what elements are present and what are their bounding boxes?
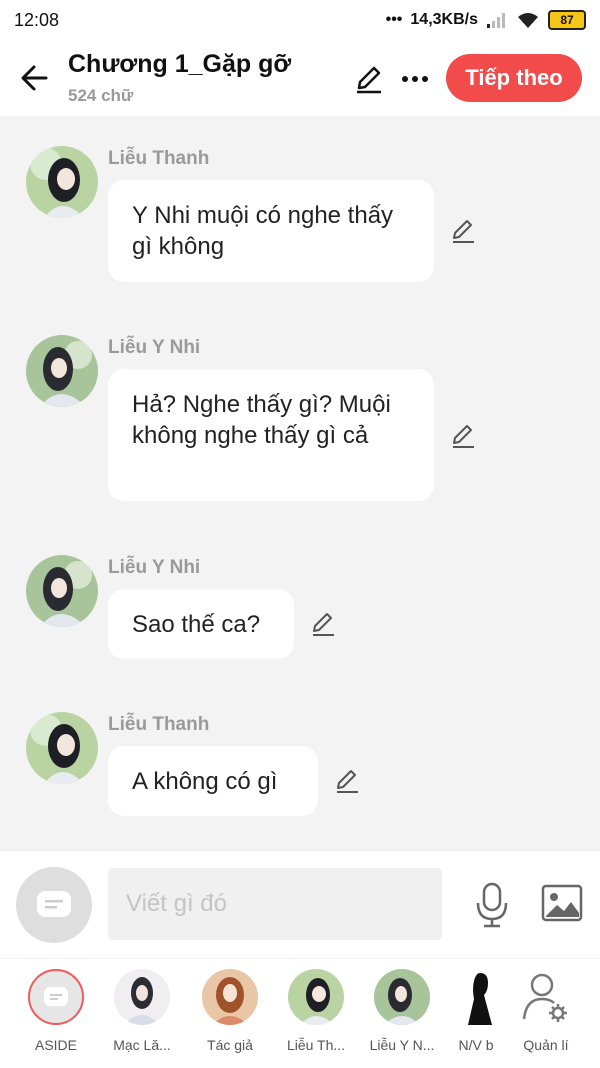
pencil-icon[interactable] (448, 216, 478, 246)
avatar (448, 969, 504, 1025)
character-label: Liễu Y N... (369, 1037, 435, 1053)
pencil-icon[interactable] (308, 609, 338, 639)
pencil-icon[interactable] (332, 766, 362, 796)
character-label: Mạc Lă... (113, 1037, 171, 1053)
avatar[interactable] (26, 335, 98, 407)
status-time: 12:08 (14, 9, 60, 30)
app-bar: Chương 1_Gặp gỡ 524 chữ Tiếp theo (0, 40, 600, 116)
aside-toggle-button[interactable] (16, 867, 92, 943)
character-strip: ASIDE Mạc Lă... Tác giả Liễu Th... Liễu … (0, 958, 600, 1068)
message-input[interactable] (108, 868, 442, 940)
next-chapter-button[interactable]: Tiếp theo (446, 54, 582, 102)
word-count: 524 chữ (68, 86, 134, 105)
character-item[interactable]: Liễu Y N... (362, 969, 442, 1053)
sender-name: Liễu Y Nhi (108, 337, 201, 358)
message-bubble[interactable]: Y Nhi muội có nghe thấy gì không (108, 180, 434, 282)
chat-bubble-icon (37, 891, 71, 917)
sender-name: Liễu Thanh (108, 148, 210, 169)
status-icons: ••• 14,3KB/s 87 (386, 10, 586, 30)
dots-icon: ••• (385, 11, 403, 28)
sender-name: Liễu Y Nhi (108, 557, 201, 578)
microphone-icon[interactable] (472, 881, 512, 929)
message-list: Liễu Thanh Y Nhi muội có nghe thấy gì kh… (0, 116, 600, 850)
message-bubble[interactable]: Sao thế ca? (108, 589, 294, 659)
composer (0, 850, 600, 959)
character-item[interactable]: Liễu Th... (276, 969, 356, 1053)
page-title: Chương 1_Gặp gỡ (68, 50, 292, 78)
character-label: ASIDE (34, 1037, 77, 1053)
avatar (288, 969, 344, 1025)
avatar (202, 969, 258, 1025)
user-settings-icon (518, 969, 574, 1025)
image-icon[interactable] (540, 883, 584, 923)
sender-name: Liễu Thanh (108, 714, 210, 735)
character-item[interactable]: N/V b (446, 969, 506, 1053)
character-aside[interactable]: ASIDE (16, 969, 96, 1053)
avatar (114, 969, 170, 1025)
status-bar: 12:08 ••• 14,3KB/s 87 (0, 0, 600, 40)
battery-icon: 87 (548, 10, 586, 30)
character-item[interactable]: Tác giả (190, 969, 270, 1053)
chat-bubble-icon (44, 987, 68, 1006)
manage-characters-button[interactable]: Quản lí (506, 969, 586, 1053)
wifi-icon (518, 13, 538, 28)
pencil-icon[interactable] (352, 62, 386, 96)
character-label: Liễu Th... (286, 1037, 346, 1053)
avatar[interactable] (26, 555, 98, 627)
avatar[interactable] (26, 146, 98, 218)
message-bubble[interactable]: A không có gì (108, 746, 318, 816)
pencil-icon[interactable] (448, 421, 478, 451)
character-label: N/V b (458, 1037, 494, 1053)
arrow-left-icon[interactable] (16, 58, 56, 98)
avatar (374, 969, 430, 1025)
character-item[interactable]: Mạc Lă... (102, 969, 182, 1053)
aside-avatar (28, 969, 84, 1025)
character-label: Quản lí (523, 1037, 569, 1053)
more-dots-icon[interactable] (398, 62, 432, 96)
signal-icon (487, 13, 505, 28)
message-bubble[interactable]: Hả? Nghe thấy gì? Muội không nghe thấy g… (108, 369, 434, 501)
avatar[interactable] (26, 712, 98, 784)
character-label: Tác giả (207, 1037, 253, 1053)
network-speed: 14,3KB/s (410, 11, 478, 28)
